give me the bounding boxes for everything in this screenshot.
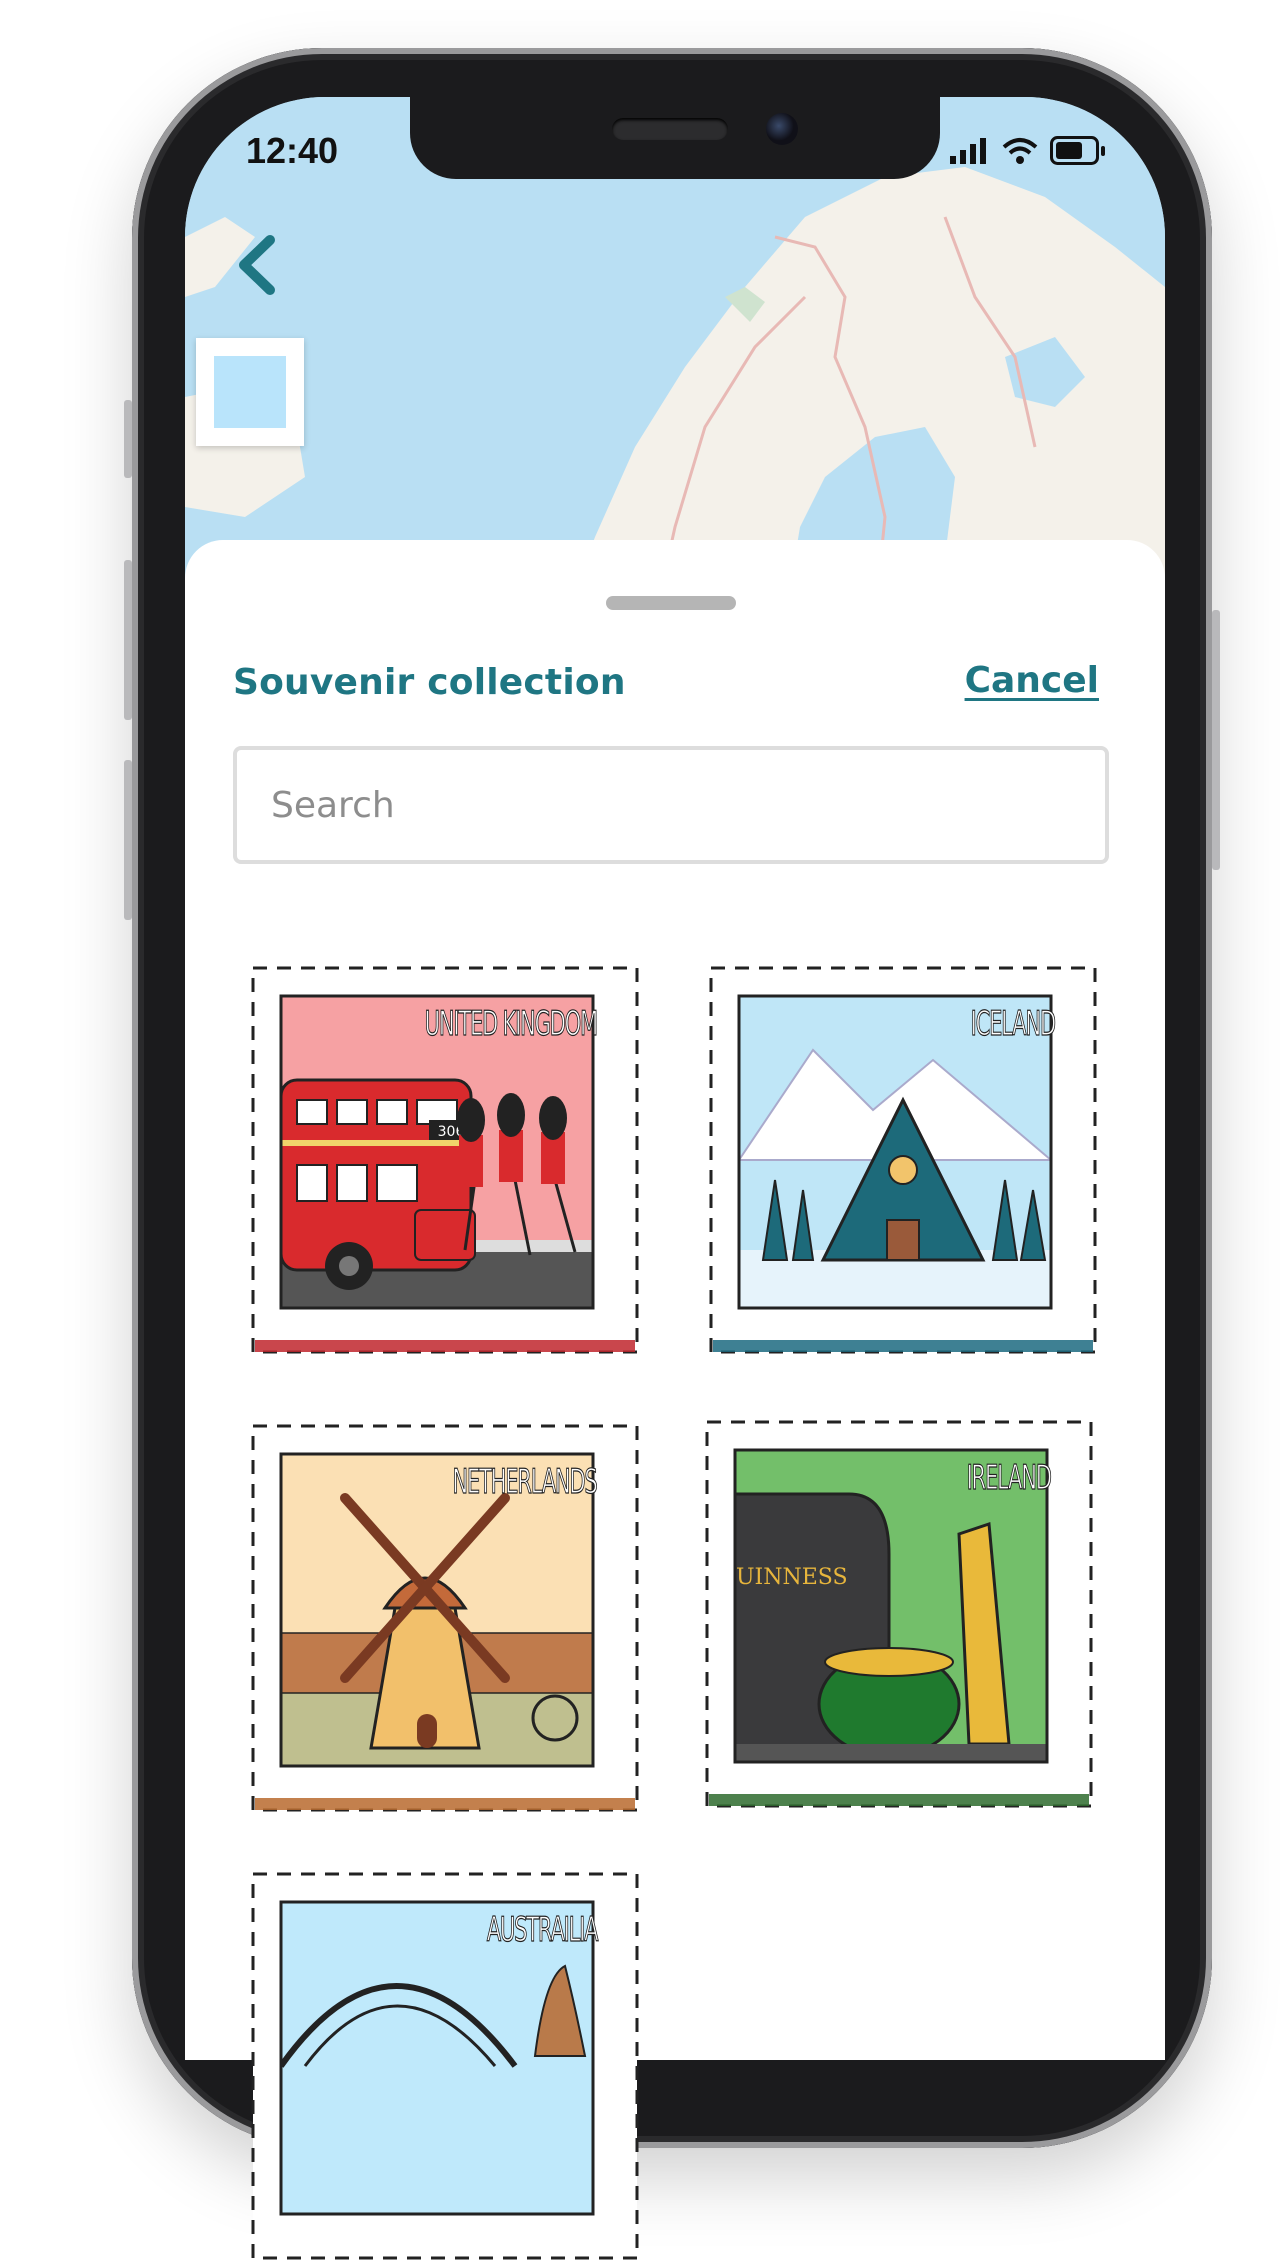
stamp-label: NETHERLANDS: [452, 1461, 598, 1502]
power-button: [1212, 610, 1220, 870]
sheet-title: Souvenir collection: [233, 662, 626, 703]
earpiece-speaker: [612, 118, 728, 140]
guinness-sign: GUINNESS: [718, 1565, 847, 1590]
stamp-label: AUSTRAILIA: [486, 1909, 599, 1950]
map-stamp-placeholder: [214, 356, 286, 428]
status-time: 12:40: [246, 130, 339, 171]
volume-up-button: [124, 560, 132, 720]
souvenir-sheet: Souvenir collection Cancel Search 306 UN…: [185, 540, 1165, 2260]
volume-down-button: [124, 760, 132, 920]
stamp-label: ICELAND: [970, 1003, 1056, 1044]
mute-switch: [124, 400, 132, 478]
stamp-ireland[interactable]: GUINNESS IRELAND: [699, 1414, 1099, 1814]
stamp-australia[interactable]: AUSTRAILIA: [245, 1866, 645, 2266]
stamp-iceland[interactable]: ICELAND: [703, 960, 1103, 1360]
search-input[interactable]: [233, 746, 1109, 864]
drag-handle[interactable]: [606, 596, 736, 610]
stamp-united-kingdom[interactable]: 306 UNITED KINGDOM: [245, 960, 645, 1360]
stamp-netherlands[interactable]: NETHERLANDS: [245, 1418, 645, 1818]
status-icons: [950, 136, 1106, 166]
battery-icon: [1050, 136, 1105, 165]
stamp-label: UNITED KINGDOM: [424, 1003, 598, 1044]
chevron-left-icon: [239, 235, 275, 295]
stamp-label: IRELAND: [966, 1457, 1052, 1498]
back-button[interactable]: [228, 230, 288, 300]
cancel-button[interactable]: Cancel: [965, 660, 1099, 701]
front-camera: [766, 113, 798, 145]
map-stamp-marker[interactable]: [196, 338, 304, 446]
wifi-icon: [1002, 138, 1038, 164]
cellular-signal-icon: [950, 138, 986, 164]
